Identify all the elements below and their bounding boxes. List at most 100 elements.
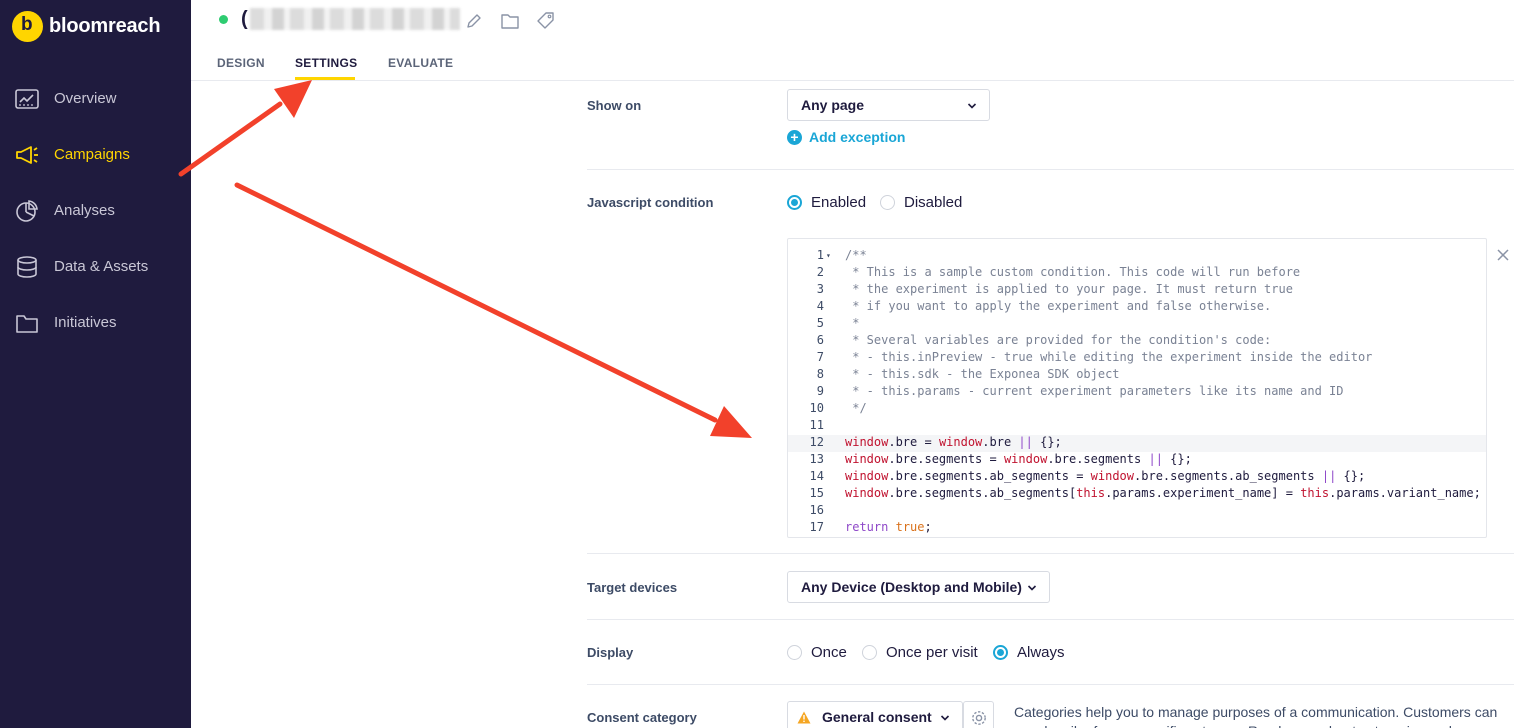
tab-design[interactable]: DESIGN	[217, 56, 265, 70]
megaphone-icon	[16, 146, 38, 164]
target-devices-select[interactable]: Any Device (Desktop and Mobile)	[787, 571, 1050, 603]
radio-enabled[interactable]: Enabled	[787, 194, 866, 211]
code-line: 10 */	[788, 401, 1486, 418]
code-line: 15 window.bre.segments.ab_segments[this.p…	[788, 486, 1486, 503]
page-title: (	[241, 8, 248, 30]
sidebar-item-data-assets[interactable]: Data & Assets	[0, 247, 191, 287]
radio-circle	[787, 645, 802, 660]
target-devices-value: Any Device (Desktop and Mobile)	[801, 579, 1022, 595]
database-icon	[17, 256, 37, 278]
code-line: 1 ▾ /**	[788, 248, 1486, 265]
bloomreach-logo[interactable]: b bloomreach	[12, 11, 161, 42]
line-number: 15	[809, 486, 824, 500]
code-text: * Several variables are provided for the…	[845, 333, 1272, 347]
gear-icon	[972, 711, 986, 725]
code-text: * - this.params - current experiment par…	[845, 384, 1344, 398]
sidebar-item-overview[interactable]: Overview	[0, 79, 191, 119]
code-line: 2 * This is a sample custom condition. T…	[788, 265, 1486, 282]
radio-label: Once	[811, 644, 847, 661]
code-line: 4 * if you want to apply the experiment …	[788, 299, 1486, 316]
code-line: 9 * - this.params - current experiment p…	[788, 384, 1486, 401]
line-number: 8	[816, 367, 824, 381]
code-line: 11	[788, 418, 1486, 435]
line-number: 3	[816, 282, 824, 296]
close-icon[interactable]	[1496, 248, 1510, 262]
consent-category-value: General consent	[822, 709, 932, 725]
code-text: * This is a sample custom condition. Thi…	[845, 265, 1301, 279]
radio-disabled[interactable]: Disabled	[880, 194, 962, 211]
code-line: 12 window.bre = window.bre || {};	[788, 435, 1486, 452]
sidebar-item-label: Campaigns	[54, 146, 130, 163]
target-devices-label: Target devices	[587, 580, 678, 595]
line-number: 12	[809, 435, 824, 449]
sidebar: b bloomreach Overview Campaigns Analyses…	[0, 0, 191, 728]
folder-icon[interactable]	[500, 11, 520, 31]
code-editor[interactable]: 1 ▾ /** 2 * This is a sample custom conditi…	[787, 238, 1487, 538]
consent-help-text: Categories help you to manage purposes o…	[1014, 704, 1498, 728]
sidebar-item-analyses[interactable]: Analyses	[0, 191, 191, 231]
code-text: * the experiment is applied to your page…	[845, 282, 1293, 296]
radio-label: Always	[1017, 644, 1065, 661]
code-text: * - this.inPreview - true while editing …	[845, 350, 1373, 364]
radio-circle-selected	[993, 645, 1008, 660]
line-number: 11	[809, 418, 824, 432]
header-divider	[191, 80, 1514, 81]
consent-settings-button[interactable]	[963, 701, 994, 728]
chevron-down-icon	[1027, 585, 1037, 591]
code-line: 17 return true;	[788, 520, 1486, 537]
divider	[587, 619, 1514, 620]
divider	[587, 553, 1514, 554]
status-dot	[219, 15, 228, 24]
pie-chart-icon	[16, 200, 38, 222]
show-on-select[interactable]: Any page	[787, 89, 990, 121]
radio-circle	[862, 645, 877, 660]
annotation-arrow	[234, 182, 752, 438]
radio-label: Disabled	[904, 194, 963, 211]
line-number: 17	[809, 520, 824, 534]
add-exception-button[interactable]: + Add exception	[787, 129, 905, 145]
radio-always[interactable]: Always	[993, 644, 1065, 661]
code-text: window.bre = window.bre || {};	[845, 435, 1062, 449]
annotation-arrow	[178, 80, 312, 177]
logo-mark-icon: b	[12, 11, 43, 42]
folder-icon	[16, 315, 38, 333]
line-number: 16	[809, 503, 824, 517]
sidebar-item-label: Initiatives	[54, 314, 117, 331]
code-line: 6 * Several variables are provided for t…	[788, 333, 1486, 350]
tab-evaluate[interactable]: EVALUATE	[388, 56, 453, 70]
plus-circle-icon: +	[787, 129, 802, 145]
radio-once[interactable]: Once	[787, 644, 847, 661]
line-number: 10	[809, 401, 824, 415]
radio-circle-selected	[787, 195, 802, 210]
line-number: 9	[816, 384, 824, 398]
fold-toggle-icon[interactable]: ▾	[826, 251, 831, 260]
code-line: 16	[788, 503, 1486, 520]
consent-category-label: Consent category	[587, 710, 697, 725]
javascript-condition-label: Javascript condition	[587, 195, 714, 210]
warning-icon	[797, 711, 811, 724]
line-number: 1	[816, 248, 824, 262]
show-on-label: Show on	[587, 98, 642, 113]
code-line: 5 *	[788, 316, 1486, 333]
sidebar-item-label: Overview	[54, 90, 117, 107]
line-number: 5	[816, 316, 824, 330]
radio-once-per-visit[interactable]: Once per visit	[862, 644, 978, 661]
tag-icon[interactable]	[536, 11, 556, 31]
sidebar-item-campaigns[interactable]: Campaigns	[0, 135, 191, 175]
code-text: */	[845, 401, 867, 415]
code-text: window.bre.segments.ab_segments = window…	[845, 469, 1366, 483]
line-number: 4	[816, 299, 824, 313]
sidebar-item-initiatives[interactable]: Initiatives	[0, 303, 191, 343]
radio-label: Once per visit	[886, 644, 978, 661]
tab-settings[interactable]: SETTINGS	[295, 56, 357, 70]
code-line: 3 * the experiment is applied to your pa…	[788, 282, 1486, 299]
pencil-icon[interactable]	[464, 11, 484, 31]
add-exception-label: Add exception	[809, 129, 906, 145]
code-text: * if you want to apply the experiment an…	[845, 299, 1272, 313]
line-number: 2	[816, 265, 824, 279]
code-line: 14 window.bre.segments.ab_segments = wind…	[788, 469, 1486, 486]
consent-category-select[interactable]: General consent	[787, 701, 963, 728]
code-line: 8 * - this.sdk - the Exponea SDK object	[788, 367, 1486, 384]
display-label: Display	[587, 645, 634, 660]
chevron-down-icon	[967, 103, 977, 109]
